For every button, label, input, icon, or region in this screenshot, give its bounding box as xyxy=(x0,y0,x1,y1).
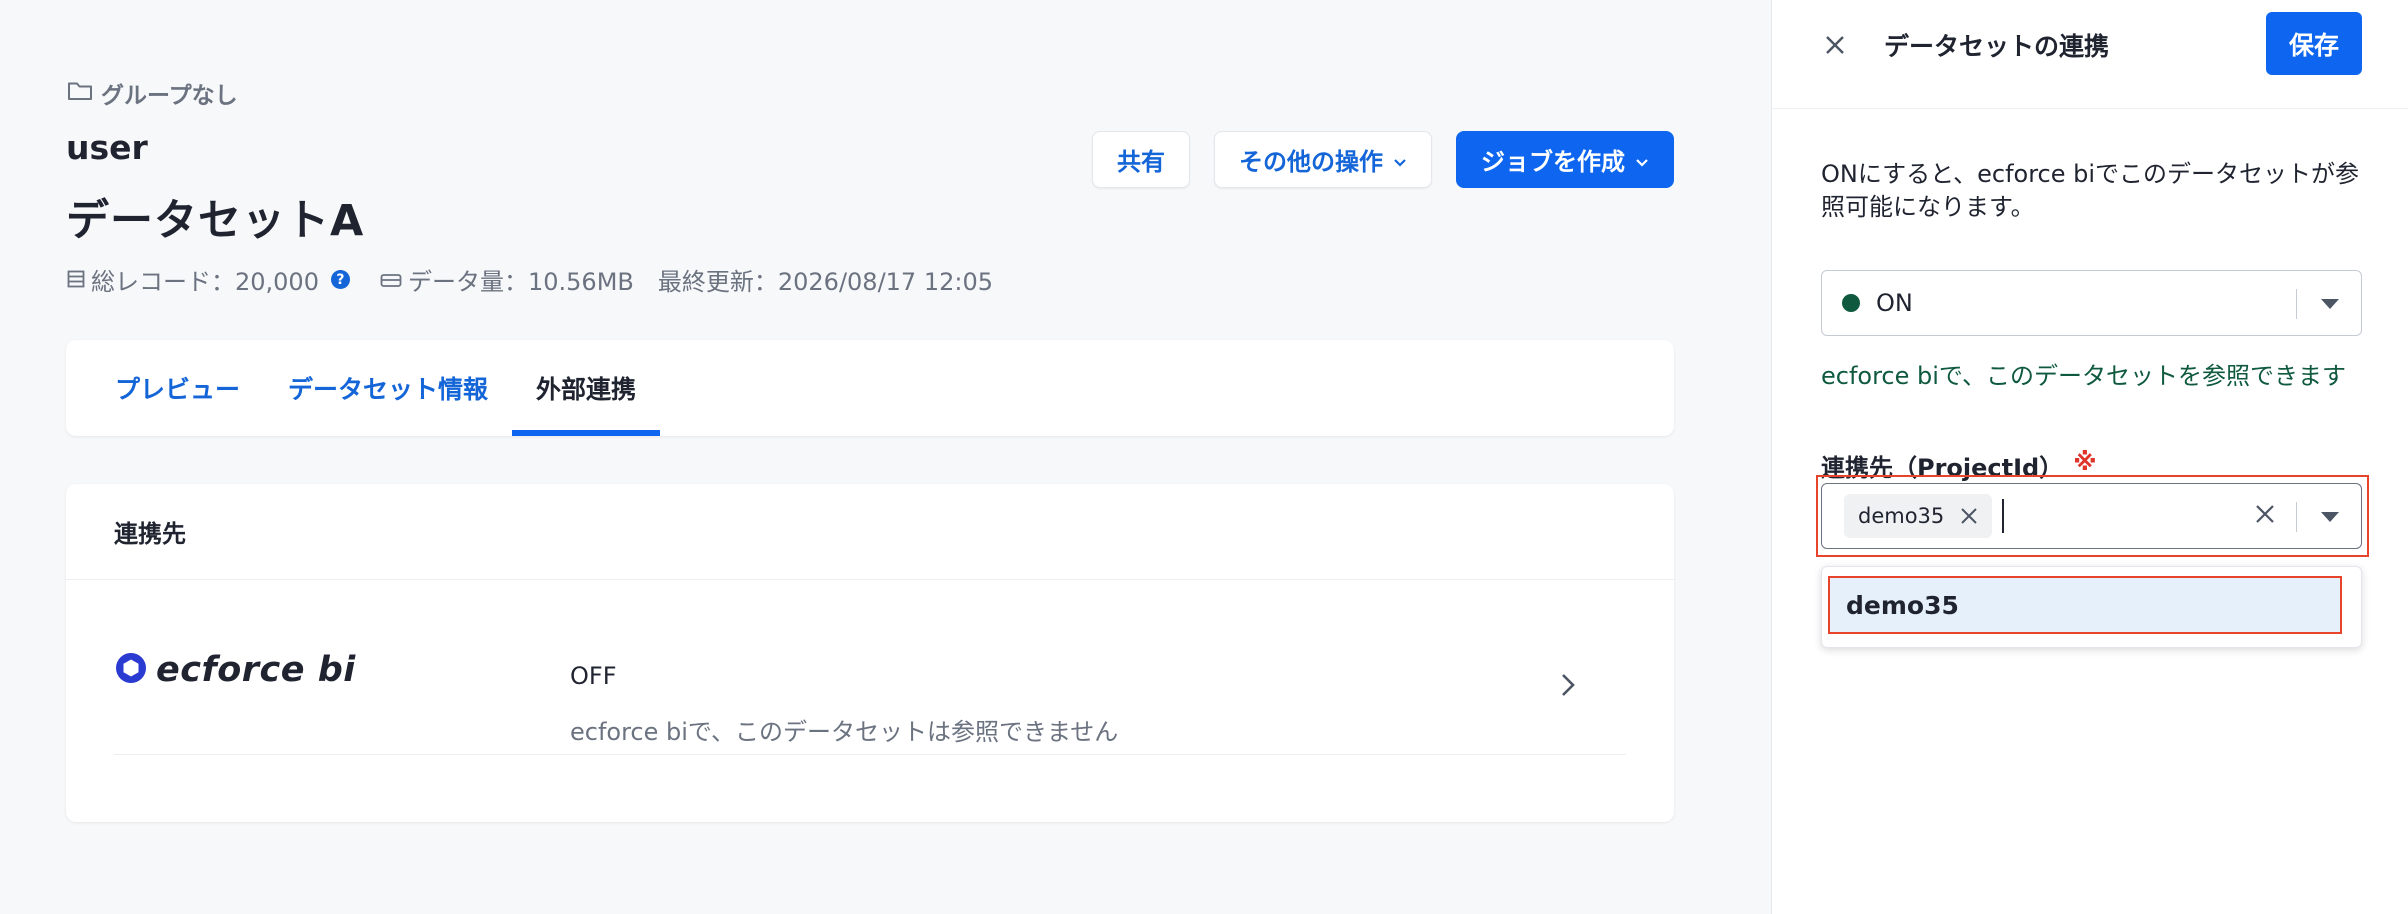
save-button[interactable]: 保存 xyxy=(2266,12,2362,75)
close-icon[interactable] xyxy=(1820,30,1850,60)
project-id-search-input[interactable] xyxy=(2008,503,2209,529)
list-icon xyxy=(67,266,85,294)
share-button-label: 共有 xyxy=(1117,148,1165,176)
select-divider xyxy=(2296,502,2297,532)
last-updated: 最終更新：2026/08/17 12:05 xyxy=(658,262,993,297)
status-dot xyxy=(1842,294,1860,312)
storage-icon xyxy=(380,266,402,294)
selected-chip: demo35 xyxy=(1844,494,1993,538)
tab-bar: プレビュー データセット情報 外部連携 xyxy=(66,340,1674,436)
drawer-description: ONにすると、ecforce biでこのデータセットが参照可能になります。 xyxy=(1821,160,2360,221)
text-cursor xyxy=(2002,499,2005,533)
tab-dataset-info[interactable]: データセット情報 xyxy=(264,340,512,436)
dropdown-option-label: demo35 xyxy=(1846,590,1959,620)
integration-status: OFF xyxy=(570,662,617,690)
caret-down-icon[interactable] xyxy=(2321,512,2339,522)
owner-name: user xyxy=(66,128,148,167)
drawer-header: データセットの連携 保存 xyxy=(1772,0,2408,109)
toggle-help-text: ecforce biで、このデータセットを参照できます xyxy=(1821,362,2346,390)
last-updated-label: 最終更新：2026/08/17 12:05 xyxy=(657,268,993,296)
dropdown-option[interactable]: demo35 xyxy=(1828,576,2342,634)
chevron-down-icon xyxy=(1393,146,1407,174)
select-divider xyxy=(2296,289,2297,319)
tab-label: 外部連携 xyxy=(536,375,637,404)
ecforce-bi-logo: ecforce bi xyxy=(114,650,356,690)
ecforce-logo-icon xyxy=(114,651,148,689)
clear-icon[interactable] xyxy=(2255,504,2275,524)
group-label: グループなし xyxy=(101,83,238,109)
integration-toggle-select[interactable]: ON xyxy=(1821,270,2362,336)
tab-external-integration[interactable]: 外部連携 xyxy=(512,340,661,436)
integration-status-description: ecforce biで、このデータセットは参照できません xyxy=(570,718,1119,746)
tab-label: プレビュー xyxy=(115,375,241,404)
help-icon[interactable]: ? xyxy=(330,270,350,289)
save-button-label: 保存 xyxy=(2288,30,2339,60)
share-button[interactable]: 共有 xyxy=(1092,131,1190,188)
integration-toggle-value: ON xyxy=(1876,289,1913,317)
integration-card: 連携先 ecforce bi OFF ecforce biで、このデータセットは… xyxy=(66,484,1674,822)
project-id-multiselect[interactable]: demo35 xyxy=(1821,483,2362,549)
tab-label: データセット情報 xyxy=(288,375,489,404)
remove-chip-icon[interactable] xyxy=(1960,507,1978,525)
create-job-label: ジョブを作成 xyxy=(1481,148,1625,176)
integration-drawer: データセットの連携 保存 ONにすると、ecforce biでこのデータセットが… xyxy=(1771,0,2408,914)
service-name: ecforce bi xyxy=(156,650,356,690)
other-actions-button[interactable]: その他の操作 xyxy=(1214,131,1432,188)
integration-card-header: 連携先 xyxy=(66,484,1674,580)
drawer-title: データセットの連携 xyxy=(1884,32,2110,61)
total-records-label: 総レコード：20,000 xyxy=(91,268,319,296)
main-content: グループなし user データセットA 総レコード：20,000 ? データ量：… xyxy=(0,0,1771,914)
other-actions-label: その他の操作 xyxy=(1239,148,1383,176)
project-id-dropdown: demo35 xyxy=(1821,566,2362,648)
caret-down-icon xyxy=(2321,299,2339,309)
data-size: データ量：10.56MB xyxy=(380,262,634,297)
chevron-down-icon xyxy=(1635,146,1649,174)
header-actions: 共有 その他の操作 ジョブを作成 xyxy=(1092,131,1674,188)
folder-icon xyxy=(67,80,93,106)
chevron-right-icon xyxy=(1560,672,1576,702)
total-records: 総レコード：20,000 ? xyxy=(67,262,350,297)
group-breadcrumb[interactable]: グループなし xyxy=(67,76,238,110)
page-title: データセットA xyxy=(66,196,365,246)
data-size-label: データ量：10.56MB xyxy=(407,268,634,296)
dataset-meta: 総レコード：20,000 ? データ量：10.56MB 最終更新：2026/08… xyxy=(67,262,993,297)
integration-row-ecforce-bi[interactable]: ecforce bi OFF ecforce biで、このデータセットは参照でき… xyxy=(114,580,1626,755)
tab-preview[interactable]: プレビュー xyxy=(91,340,264,436)
create-job-button[interactable]: ジョブを作成 xyxy=(1456,131,1674,188)
chip-label: demo35 xyxy=(1858,504,1945,528)
